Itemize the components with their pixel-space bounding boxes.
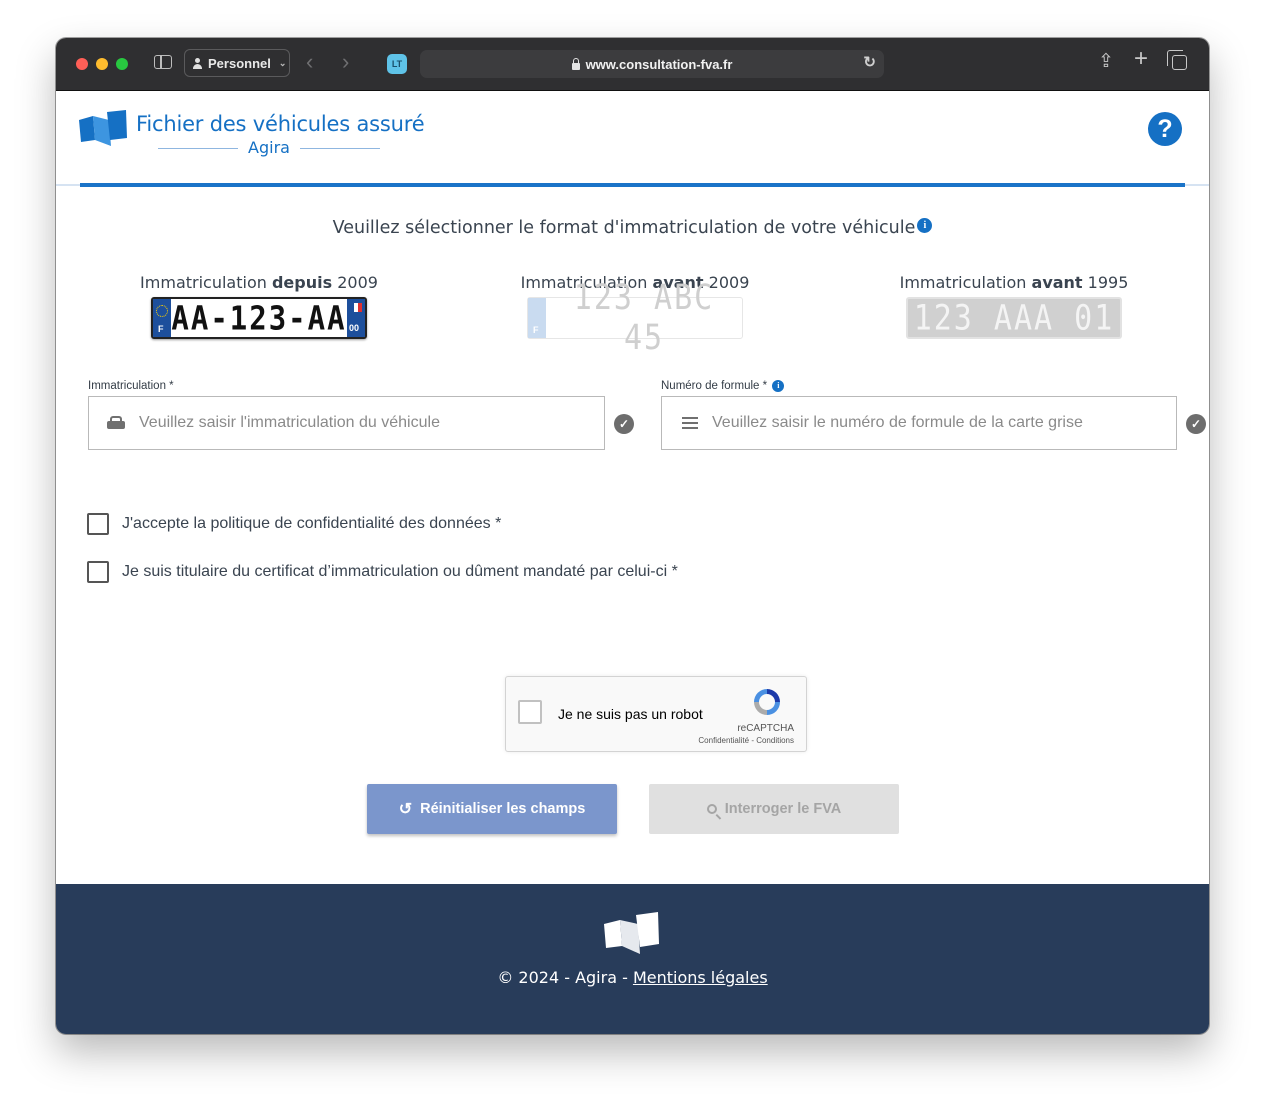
plate-text: AA-123-AA bbox=[171, 298, 347, 338]
zoom-window-button[interactable] bbox=[116, 58, 128, 70]
reset-icon: ↺ bbox=[398, 801, 413, 818]
holder-consent-label[interactable]: Je suis titulaire du certificat d’immatr… bbox=[122, 563, 678, 581]
recaptcha-terms-link[interactable]: Confidentialité - Conditions bbox=[698, 736, 794, 745]
reset-label: Réinitialiser les champs bbox=[420, 801, 586, 817]
legal-notice-link[interactable]: Mentions légales bbox=[633, 968, 768, 987]
holder-consent-row[interactable]: Je suis titulaire du certificat d’immatr… bbox=[87, 561, 678, 583]
privacy-consent-label[interactable]: J'accepte la politique de confidentialit… bbox=[122, 515, 501, 533]
help-button[interactable]: ? bbox=[1148, 112, 1182, 146]
profile-name: Personnel bbox=[208, 55, 271, 71]
immatriculation-input[interactable] bbox=[137, 413, 604, 433]
copyright: © 2024 - Agira - Mentions légales bbox=[56, 968, 1209, 987]
site-header: Fichier des véhicules assuré Agira bbox=[56, 90, 1209, 186]
format-prompt: Veuillez sélectionner le format d'immatr… bbox=[56, 218, 1209, 238]
privacy-consent-checkbox[interactable] bbox=[87, 513, 109, 535]
formule-field[interactable] bbox=[661, 396, 1177, 450]
browser-toolbar: Personnel ⌄ ‹ › LT www.consultation-fva.… bbox=[56, 38, 1209, 91]
address-bar[interactable]: www.consultation-fva.fr ↻ bbox=[420, 50, 884, 78]
check-circle-icon: ✓ bbox=[614, 414, 634, 434]
info-icon[interactable]: i bbox=[772, 380, 785, 392]
reload-icon[interactable]: ↻ bbox=[863, 53, 876, 71]
sidebar-toggle-icon[interactable] bbox=[154, 55, 172, 69]
search-icon bbox=[706, 804, 717, 814]
plate-image-before-2009[interactable]: 123 ABC 45 bbox=[527, 278, 743, 358]
holder-consent-checkbox[interactable] bbox=[87, 561, 109, 583]
person-icon bbox=[193, 57, 202, 69]
tab-overview-icon[interactable] bbox=[1167, 50, 1187, 70]
plate-image-before-1995[interactable]: 123 AAA 01 bbox=[906, 297, 1122, 339]
new-tab-icon[interactable]: + bbox=[1134, 47, 1148, 71]
lines-icon bbox=[682, 417, 698, 429]
check-circle-icon: ✓ bbox=[1186, 414, 1206, 434]
query-fva-button[interactable]: Interroger le FVA bbox=[649, 784, 899, 834]
help-icon: ? bbox=[1157, 114, 1173, 143]
site-subtitle: Agira bbox=[158, 138, 380, 157]
site-title[interactable]: Fichier des véhicules assuré bbox=[136, 112, 425, 136]
recaptcha-logo-icon bbox=[754, 689, 780, 715]
privacy-consent-row[interactable]: J'accepte la politique de confidentialit… bbox=[87, 513, 501, 535]
minimize-window-button[interactable] bbox=[96, 58, 108, 70]
lock-icon bbox=[571, 57, 580, 70]
agira-logo-icon bbox=[604, 912, 659, 954]
plate-option-label: Immatriculation depuis 2009 bbox=[140, 273, 378, 292]
chevron-down-icon: ⌄ bbox=[278, 57, 287, 68]
agira-logo-icon[interactable] bbox=[79, 110, 127, 152]
immatriculation-label: Immatriculation * bbox=[88, 380, 174, 392]
recaptcha-label: Je ne suis pas un robot bbox=[558, 706, 703, 722]
header-divider bbox=[80, 183, 1185, 187]
close-window-button[interactable] bbox=[76, 58, 88, 70]
car-icon bbox=[107, 416, 125, 430]
plate-text: 123 AAA 01 bbox=[913, 297, 1115, 339]
recaptcha-brand: reCAPTCHA bbox=[737, 723, 794, 734]
browser-window: Personnel ⌄ ‹ › LT www.consultation-fva.… bbox=[56, 38, 1209, 1034]
reset-fields-button[interactable]: ↺ Réinitialiser les champs bbox=[367, 784, 617, 834]
query-label: Interroger le FVA bbox=[724, 801, 842, 817]
recaptcha-checkbox[interactable] bbox=[518, 700, 542, 724]
format-prompt-text: Veuillez sélectionner le format d'immatr… bbox=[332, 218, 916, 238]
plate-image-since-2009[interactable]: AA-123-AA bbox=[151, 297, 367, 339]
plate-option-label: Immatriculation avant 1995 bbox=[899, 273, 1129, 292]
plate-option-before-2009[interactable]: Immatriculation avant 2009 123 ABC 45 bbox=[505, 273, 765, 358]
site-footer: © 2024 - Agira - Mentions légales bbox=[56, 884, 1209, 1034]
info-icon[interactable]: i bbox=[917, 218, 933, 233]
recaptcha-widget: Je ne suis pas un robot reCAPTCHA Confid… bbox=[505, 676, 807, 752]
department-band-icon bbox=[347, 299, 365, 337]
formule-label: Numéro de formule * i bbox=[661, 380, 785, 392]
extension-label: LT bbox=[391, 59, 403, 69]
copyright-text: © 2024 - Agira - bbox=[497, 968, 633, 987]
formule-input[interactable] bbox=[710, 413, 1176, 433]
immatriculation-field[interactable] bbox=[88, 396, 605, 450]
forward-arrow-icon[interactable]: › bbox=[342, 50, 349, 74]
extension-icon[interactable]: LT bbox=[387, 54, 407, 74]
share-icon[interactable]: ⇪ bbox=[1098, 52, 1114, 72]
back-arrow-icon[interactable]: ‹ bbox=[306, 50, 313, 74]
url-text: www.consultation-fva.fr bbox=[585, 56, 733, 72]
plate-text: 123 ABC 45 bbox=[573, 277, 715, 359]
profile-switcher[interactable]: Personnel ⌄ bbox=[184, 49, 290, 77]
plate-option-since-2009[interactable]: Immatriculation depuis 2009 AA-123-AA bbox=[129, 273, 389, 339]
plate-option-before-1995[interactable]: Immatriculation avant 1995 123 AAA 01 bbox=[884, 273, 1144, 339]
